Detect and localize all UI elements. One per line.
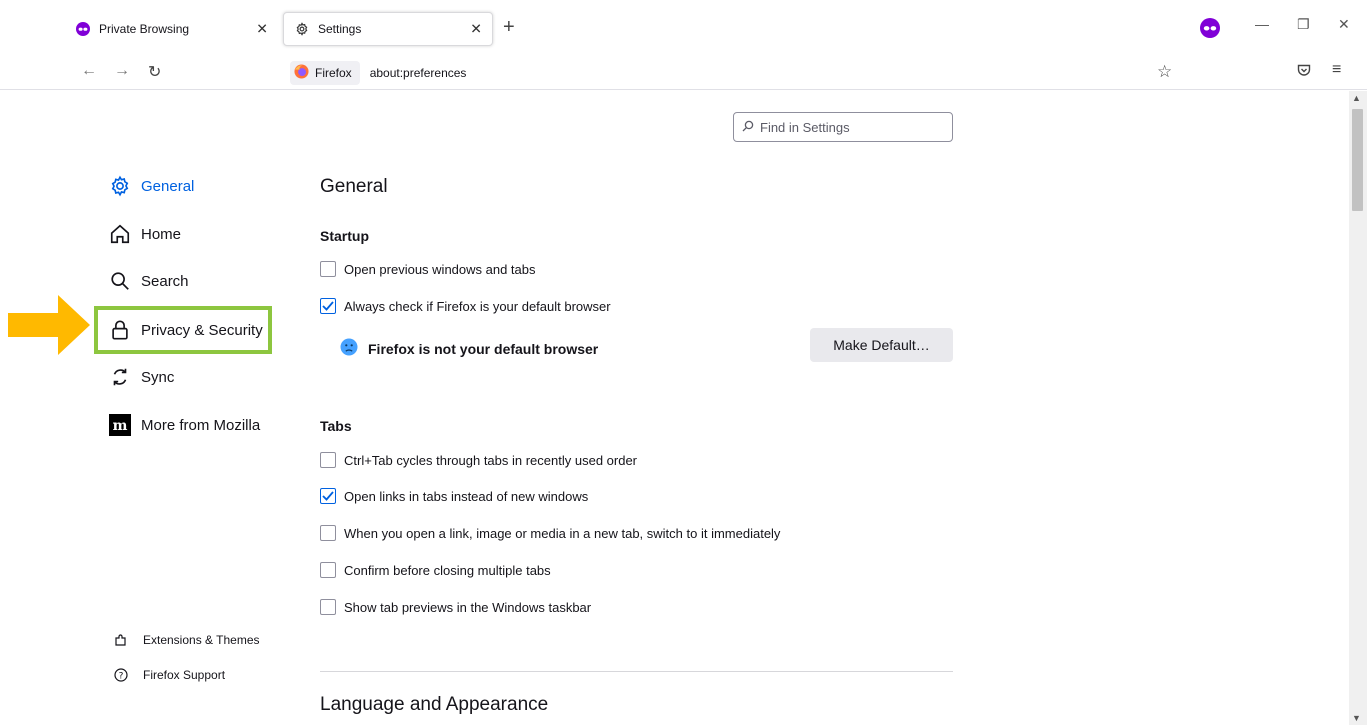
tab-strip: Private Browsing ✕ Settings ✕ + — ❐ ✕ <box>0 0 1367 55</box>
new-tab-icon[interactable]: + <box>503 17 515 37</box>
checkbox-show-tab-previews[interactable]: Show tab previews in the Windows taskbar <box>320 599 591 615</box>
checkbox-open-links-in-tabs[interactable]: Open links in tabs instead of new window… <box>320 488 588 504</box>
find-in-settings-input[interactable]: Find in Settings <box>733 112 953 142</box>
checkbox[interactable] <box>320 261 336 277</box>
help-icon: ? <box>113 668 129 682</box>
identity-box[interactable]: Firefox <box>290 61 360 85</box>
tab-settings[interactable]: Settings ✕ <box>283 12 493 46</box>
url-text[interactable]: about:preferences <box>370 66 467 80</box>
sad-face-icon <box>340 338 358 359</box>
checkbox-confirm-closing-tabs[interactable]: Confirm before closing multiple tabs <box>320 562 551 578</box>
checkmark-icon <box>322 491 334 501</box>
tab-label: Settings <box>318 22 362 36</box>
scroll-down-icon[interactable]: ▼ <box>1352 713 1361 723</box>
option-label: Show tab previews in the Windows taskbar <box>344 599 592 615</box>
sidebar-item-home[interactable]: Home <box>108 222 181 246</box>
sidebar-item-label: General <box>141 177 195 195</box>
sidebar-item-label: Search <box>141 272 189 290</box>
option-label: Open previous windows and tabs <box>344 261 536 277</box>
checkbox[interactable] <box>320 488 336 504</box>
checkbox[interactable] <box>320 452 336 468</box>
search-icon <box>742 120 754 135</box>
minimize-icon[interactable]: — <box>1255 16 1269 32</box>
sync-icon <box>108 365 132 389</box>
sidebar-item-label: More from Mozilla <box>141 416 261 434</box>
forward-icon[interactable]: → <box>114 62 130 80</box>
sidebar-item-general[interactable]: General <box>108 174 194 198</box>
checkbox-ctrl-tab-cycles[interactable]: Ctrl+Tab cycles through tabs in recently… <box>320 452 637 468</box>
mozilla-icon: m <box>108 413 132 437</box>
tabs-heading: Tabs <box>320 418 352 434</box>
reload-icon[interactable]: ↻ <box>148 62 161 82</box>
sidebar-footer-label: Extensions & Themes <box>143 633 260 647</box>
page-title: General <box>320 176 388 197</box>
private-browsing-icon <box>75 21 91 37</box>
language-appearance-heading: Language and Appearance <box>320 694 549 715</box>
sidebar-item-label: Sync <box>141 368 175 386</box>
bookmark-star-icon[interactable]: ☆ <box>1157 62 1172 82</box>
make-default-button[interactable]: Make Default… <box>810 328 953 362</box>
option-label: Confirm before closing multiple tabs <box>344 562 551 578</box>
gear-icon <box>108 174 132 198</box>
not-default-text: Firefox is not your default browser <box>368 340 599 357</box>
sidebar-item-sync[interactable]: Sync <box>108 365 174 389</box>
navigation-toolbar: ← → ↻ Firefox about:preferences ☆ ≡ <box>0 55 1367 90</box>
startup-heading: Startup <box>320 228 369 244</box>
checkbox[interactable] <box>320 599 336 615</box>
checkbox[interactable] <box>320 298 336 314</box>
not-default-browser-notice: Firefox is not your default browser <box>340 338 598 359</box>
sidebar-item-label: Home <box>141 225 182 243</box>
gear-icon <box>294 21 310 37</box>
page-scrollbar[interactable]: ▲ ▼ <box>1349 91 1367 725</box>
pocket-icon[interactable] <box>1297 64 1311 82</box>
restore-icon[interactable]: ❐ <box>1297 16 1310 33</box>
option-label: Ctrl+Tab cycles through tabs in recently… <box>344 452 638 468</box>
checkbox[interactable] <box>320 562 336 578</box>
home-icon <box>108 222 132 246</box>
checkmark-icon <box>322 301 334 311</box>
option-label: Always check if Firefox is your default … <box>344 298 611 314</box>
tab-label: Private Browsing <box>99 22 190 36</box>
close-tab-icon[interactable]: ✕ <box>470 21 482 38</box>
find-placeholder: Find in Settings <box>760 119 850 135</box>
app-menu-icon[interactable]: ≡ <box>1332 61 1341 79</box>
option-label: When you open a link, image or media in … <box>344 525 781 541</box>
back-icon[interactable]: ← <box>81 62 97 80</box>
puzzle-icon <box>113 633 129 647</box>
firefox-logo-icon <box>294 64 309 82</box>
checkbox-switch-to-new-tab[interactable]: When you open a link, image or media in … <box>320 525 780 541</box>
search-icon <box>108 269 132 293</box>
sidebar-item-more-from-mozilla[interactable]: m More from Mozilla <box>108 413 260 437</box>
pointer-arrow-icon <box>8 295 90 360</box>
svg-text:?: ? <box>119 672 124 682</box>
checkbox[interactable] <box>320 525 336 541</box>
scrollbar-thumb[interactable] <box>1352 109 1363 211</box>
close-tab-icon[interactable]: ✕ <box>256 21 268 38</box>
highlight-box <box>94 306 272 354</box>
identity-label: Firefox <box>315 66 352 80</box>
option-label: Open links in tabs instead of new window… <box>344 488 589 504</box>
private-browsing-indicator-icon <box>1200 18 1220 43</box>
tab-private-browsing[interactable]: Private Browsing ✕ <box>62 10 278 48</box>
sidebar-item-search[interactable]: Search <box>108 269 189 293</box>
section-divider <box>320 671 953 672</box>
sidebar-extensions-themes[interactable]: Extensions & Themes <box>113 633 260 647</box>
checkbox-open-previous-windows[interactable]: Open previous windows and tabs <box>320 261 536 277</box>
sidebar-footer-label: Firefox Support <box>143 668 226 682</box>
close-window-icon[interactable]: ✕ <box>1338 16 1350 33</box>
sidebar-firefox-support[interactable]: ? Firefox Support <box>113 668 225 682</box>
scroll-up-icon[interactable]: ▲ <box>1352 93 1361 103</box>
url-bar[interactable]: Firefox about:preferences <box>290 61 466 85</box>
svg-text:m: m <box>113 418 128 434</box>
checkbox-always-check-default[interactable]: Always check if Firefox is your default … <box>320 298 611 314</box>
